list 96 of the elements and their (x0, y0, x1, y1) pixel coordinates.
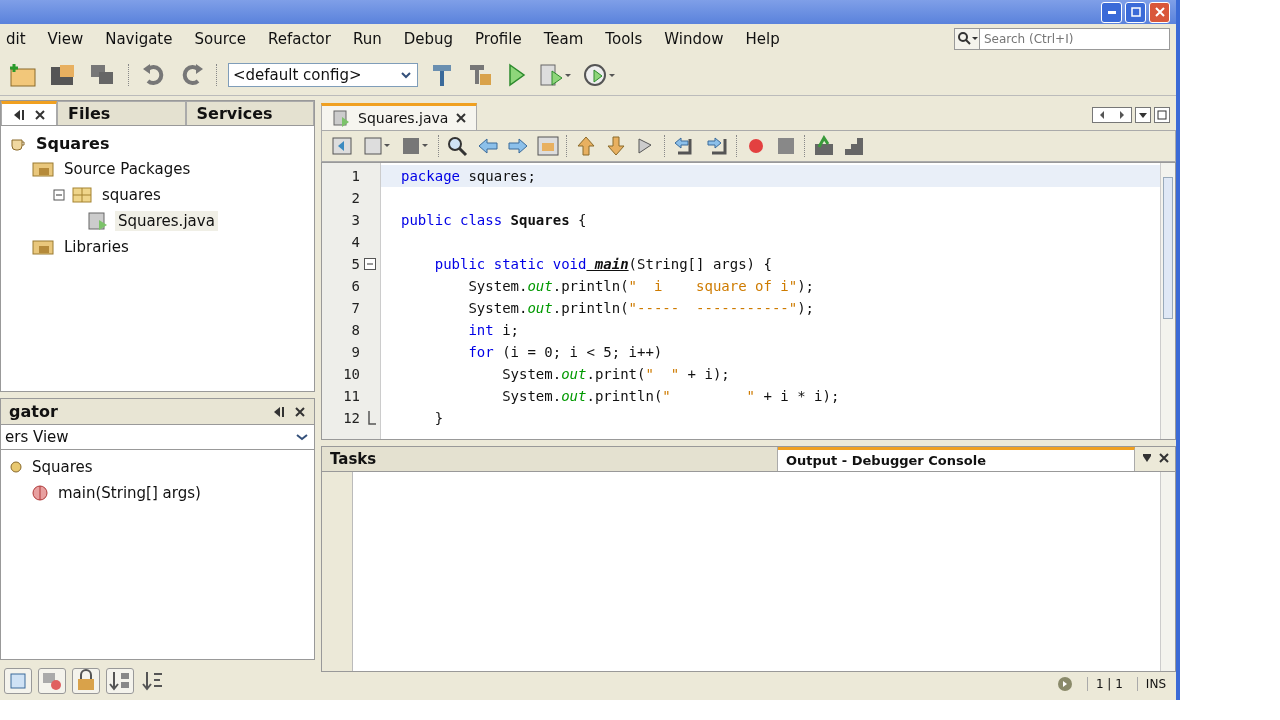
scrollbar[interactable] (1160, 163, 1175, 439)
panel-tab[interactable]: Output - Debugger Console (778, 447, 1135, 471)
left-arrow-icon[interactable] (476, 135, 500, 157)
line-number: 5 (351, 256, 360, 272)
code-line: public static void main(String[] args) { (433, 256, 772, 272)
line-number: 10 (343, 366, 360, 382)
class-item[interactable]: Squares (29, 457, 96, 477)
menu-item[interactable]: Run (352, 30, 382, 48)
close-button[interactable] (1149, 1, 1170, 23)
minimize-panel-icon[interactable] (12, 108, 26, 121)
line-number: 1 (351, 168, 360, 184)
code-line: int i; (467, 322, 519, 338)
collapse-icon[interactable] (53, 189, 65, 201)
notification-icon[interactable] (1056, 676, 1073, 692)
scrollbar[interactable] (1160, 472, 1175, 671)
debug-icon[interactable] (538, 61, 572, 88)
maximize-button[interactable] (1125, 1, 1146, 23)
folder-icon (31, 160, 55, 178)
menu-item[interactable]: View (47, 30, 84, 48)
minimize-icon (1107, 10, 1116, 14)
panel-tab[interactable]: Services (185, 101, 314, 125)
line-number: 7 (351, 300, 360, 316)
panel-tab[interactable]: Tasks (322, 447, 778, 471)
tree-item[interactable]: squares (99, 185, 164, 205)
menu-item[interactable]: Tools (605, 30, 643, 48)
method-item[interactable]: main(String[] args) (55, 483, 204, 503)
square-icon[interactable] (4, 668, 32, 694)
panel-title: gator (9, 402, 59, 421)
code-line: } (433, 410, 444, 426)
dropdown-icon[interactable] (1135, 107, 1151, 123)
down-arrow-icon[interactable] (604, 135, 628, 157)
close-icon[interactable] (34, 108, 46, 121)
line-number: 2 (351, 190, 360, 206)
code-line: System.out.println(" i square of i"); (467, 278, 815, 294)
fold-icon[interactable] (364, 258, 376, 270)
scroll-tabs-icon[interactable] (1092, 107, 1132, 123)
menu-item[interactable]: Refactor (268, 30, 331, 48)
folder-icon (31, 238, 55, 256)
close-icon (1154, 7, 1165, 17)
maximize-icon[interactable] (1154, 107, 1170, 123)
tree-item[interactable]: Squares.java (115, 211, 218, 231)
code-line: for (i = 0; i < 5; i++) (467, 344, 663, 360)
shapes-icon[interactable] (38, 668, 66, 694)
package-icon (71, 186, 93, 204)
menu-item[interactable]: Window (664, 30, 724, 48)
menu-item[interactable]: dit (6, 30, 26, 48)
highlight-icon[interactable] (536, 135, 560, 157)
lock-icon[interactable] (72, 668, 100, 694)
menu-item[interactable]: Team (543, 30, 584, 48)
sort-icon[interactable] (106, 668, 134, 694)
menu-item[interactable]: Profile (475, 30, 522, 48)
search-icon[interactable] (954, 28, 980, 50)
line-number: 8 (351, 322, 360, 338)
insert-mode: INS (1136, 677, 1166, 691)
tree-item[interactable]: Source Packages (61, 159, 194, 179)
menu-item[interactable]: Debug (403, 30, 454, 48)
tree-item[interactable]: Libraries (61, 237, 132, 257)
maximize-icon (1130, 7, 1141, 17)
project-node[interactable]: Squares (33, 132, 113, 154)
search-icon[interactable] (446, 135, 470, 157)
new-project-icon[interactable] (8, 61, 38, 88)
code-line: package squares; (401, 168, 536, 184)
steps-icon[interactable] (842, 135, 866, 157)
close-icon[interactable] (456, 113, 467, 123)
code-line: System.out.print(" " + i); (501, 366, 730, 382)
minimize-button[interactable] (1101, 1, 1122, 23)
search-field[interactable]: Search (Ctrl+I) (980, 28, 1170, 50)
panel-tab[interactable]: Files (57, 101, 186, 125)
editor-tab[interactable]: Squares.java (321, 103, 478, 130)
line-number: 3 (351, 212, 360, 228)
java-file-icon (332, 109, 350, 127)
menu-item[interactable]: Navigate (105, 30, 173, 48)
code-line: public class Squares { (401, 212, 587, 228)
shift-right-icon[interactable] (704, 135, 730, 157)
panel-tab[interactable] (1, 101, 57, 125)
line-number: 4 (351, 234, 360, 250)
java-file-icon (87, 211, 109, 231)
method-icon (31, 484, 49, 502)
class-icon (9, 460, 23, 474)
fold-end-icon (368, 411, 376, 425)
cursor-position: 1 | 1 (1086, 677, 1123, 691)
line-number: 9 (351, 344, 360, 360)
minimize-panel-icon[interactable] (272, 405, 286, 418)
line-number: 12 (343, 410, 360, 426)
menu-item[interactable]: Help (745, 30, 780, 48)
close-icon[interactable] (294, 405, 306, 418)
code-line: System.out.println(" " + i * i); (501, 388, 840, 404)
menu-item[interactable]: Source (194, 30, 246, 48)
line-number: 6 (351, 278, 360, 294)
line-number: 11 (343, 388, 360, 404)
code-line: System.out.println("----- -----------"); (467, 300, 815, 316)
profile-icon[interactable] (582, 61, 616, 88)
right-arrow-icon[interactable] (506, 135, 530, 157)
config-dropdown[interactable]: <default config> (228, 62, 418, 87)
close-icon[interactable] (1159, 453, 1169, 463)
up-arrow-icon[interactable] (574, 135, 598, 157)
